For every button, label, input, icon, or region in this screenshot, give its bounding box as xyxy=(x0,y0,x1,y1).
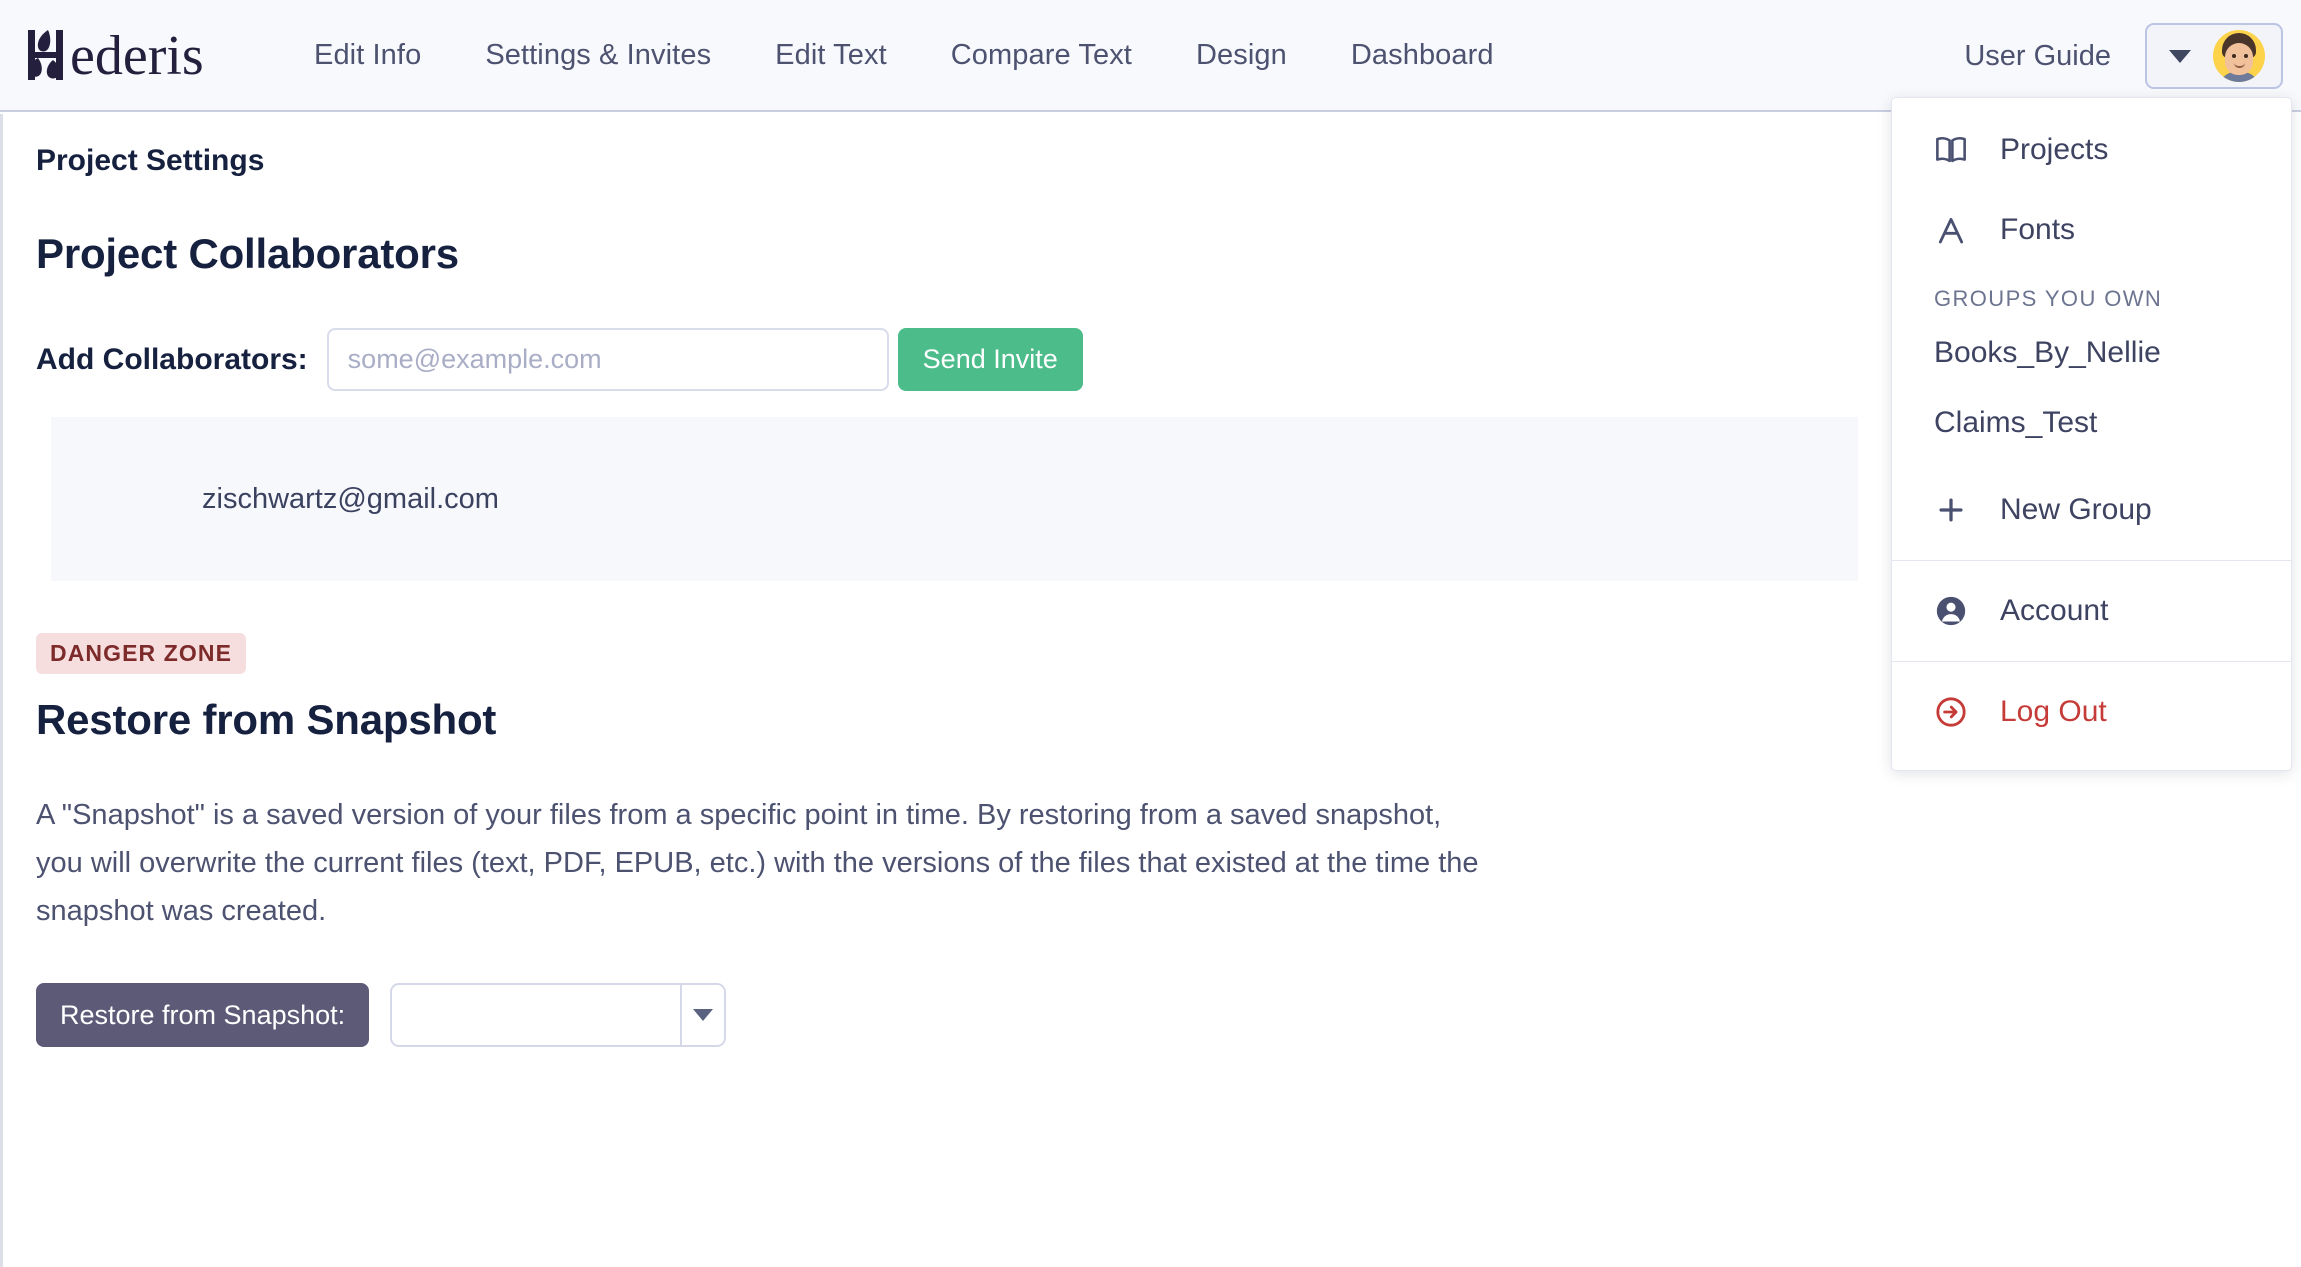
snapshot-select-arrow-button[interactable] xyxy=(680,985,724,1045)
nav-item-edit-text[interactable]: Edit Text xyxy=(743,39,919,72)
restore-from-snapshot-button[interactable]: Restore from Snapshot: xyxy=(36,983,370,1047)
ivy-leaf-h-logo-icon: ederis xyxy=(28,25,204,86)
nav-item-compare-text[interactable]: Compare Text xyxy=(919,39,1164,72)
dropdown-item-label: Fonts xyxy=(2000,213,2076,246)
danger-zone-badge: DANGER ZONE xyxy=(36,633,247,674)
collaborator-email-input[interactable] xyxy=(326,328,889,391)
account-circle-icon xyxy=(1934,594,1974,628)
dropdown-item-fonts[interactable]: Fonts xyxy=(1892,190,2291,270)
restore-description: A "Snapshot" is a saved version of your … xyxy=(36,799,1479,927)
logout-arrow-icon xyxy=(1934,695,1974,729)
chevron-down-icon xyxy=(693,1009,714,1021)
dropdown-group-claims-test[interactable]: Claims_Test xyxy=(1892,388,2291,458)
dropdown-item-account[interactable]: Account xyxy=(1892,571,2291,651)
dropdown-item-new-group[interactable]: New Group xyxy=(1892,470,2291,550)
collaborator-list-panel: zischwartz@gmail.com xyxy=(51,417,1858,581)
dropdown-item-logout[interactable]: Log Out xyxy=(1892,672,2291,752)
snapshot-select[interactable] xyxy=(390,983,727,1047)
send-invite-button[interactable]: Send Invite xyxy=(897,328,1083,391)
dropdown-item-label: Log Out xyxy=(2000,695,2107,728)
caret-down-icon xyxy=(2169,49,2191,63)
dropdown-groups-heading: GROUPS YOU OWN xyxy=(1934,286,2163,311)
main-nav: Edit Info Settings & Invites Edit Text C… xyxy=(282,39,1526,72)
nav-item-settings-invites[interactable]: Settings & Invites xyxy=(453,39,743,72)
user-dropdown-menu: Projects Fonts GROUPS YOU OWN Books_By_N… xyxy=(1891,97,2292,771)
user-menu-button[interactable] xyxy=(2145,23,2283,89)
nav-item-dashboard[interactable]: Dashboard xyxy=(1319,39,1526,72)
dropdown-divider xyxy=(1892,661,2291,662)
avatar xyxy=(2213,30,2265,82)
nav-item-design[interactable]: Design xyxy=(1164,39,1319,72)
letter-a-icon xyxy=(1934,214,1974,246)
nav-item-edit-info[interactable]: Edit Info xyxy=(282,39,453,72)
top-navigation-bar: ederis Edit Info Settings & Invites Edit… xyxy=(0,0,2301,112)
plus-icon xyxy=(1934,493,1974,527)
header-right-group: User Guide xyxy=(1964,0,2283,112)
dropdown-group-books-by-nellie[interactable]: Books_By_Nellie xyxy=(1892,318,2291,388)
collaborator-email: zischwartz@gmail.com xyxy=(202,482,499,515)
add-collaborators-label: Add Collaborators: xyxy=(36,342,308,376)
dropdown-item-projects[interactable]: Projects xyxy=(1892,110,2291,190)
snapshot-select-value xyxy=(392,985,680,1045)
dropdown-divider xyxy=(1892,560,2291,561)
dropdown-item-label: New Group xyxy=(2000,493,2152,526)
user-guide-link[interactable]: User Guide xyxy=(1964,40,2111,73)
open-book-icon xyxy=(1934,135,1974,165)
restore-controls-row: Restore from Snapshot: xyxy=(36,983,2301,1047)
svg-text:ederis: ederis xyxy=(70,25,204,86)
dropdown-item-label: Account xyxy=(2000,594,2109,627)
dropdown-item-label: Projects xyxy=(2000,133,2109,166)
brand-logo[interactable]: ederis xyxy=(18,0,218,110)
